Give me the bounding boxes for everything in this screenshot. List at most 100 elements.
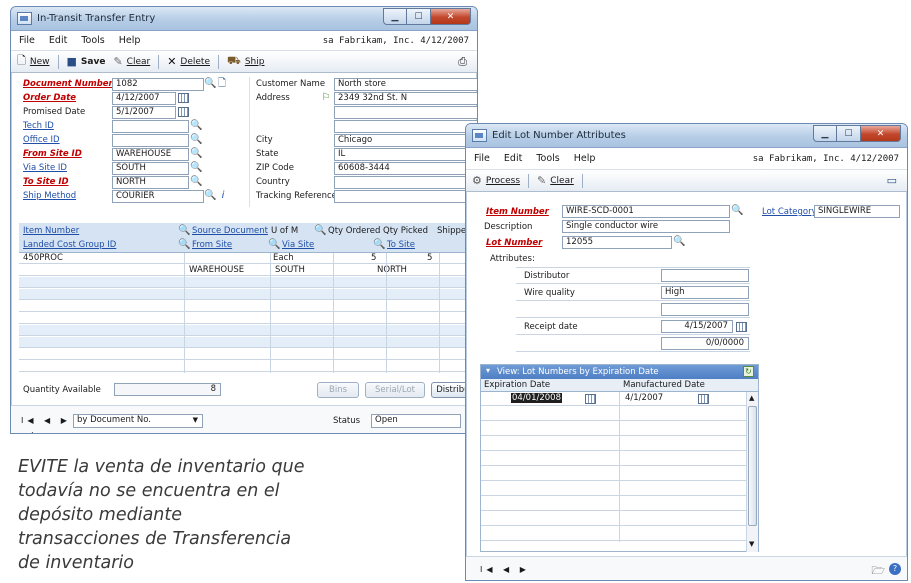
record-navigation[interactable]: I◀ ◀ ▶ ▶I bbox=[21, 413, 81, 433]
record-navigation[interactable]: I◀ ◀ ▶ ▶I bbox=[480, 562, 540, 577]
sort-icon[interactable]: 🔍 bbox=[178, 239, 190, 251]
lookup-icon[interactable]: 🔍 bbox=[673, 236, 685, 248]
save-button[interactable]: ■ Save bbox=[67, 55, 106, 68]
serial-lot-button[interactable]: Serial/Lot bbox=[365, 382, 425, 398]
sort-icon[interactable]: 🔍 bbox=[268, 239, 280, 251]
scroll-up-icon[interactable]: ▲ bbox=[749, 394, 754, 402]
lookup-icon[interactable]: 🔍 bbox=[190, 120, 202, 132]
clear-button[interactable]: ✎ Clear bbox=[537, 174, 574, 187]
address-line-1-field[interactable]: 2349 32nd St. N bbox=[334, 92, 477, 105]
distributor-field[interactable] bbox=[661, 269, 749, 282]
to-site-field[interactable]: NORTH bbox=[112, 176, 189, 189]
scroll-thumb[interactable] bbox=[748, 406, 757, 526]
via-site-header[interactable]: Via Site bbox=[282, 240, 314, 250]
source-document-header[interactable]: Source Document bbox=[192, 226, 268, 236]
calendar-icon[interactable] bbox=[698, 394, 709, 404]
close-button[interactable]: ✕ bbox=[431, 8, 471, 25]
receipt-date-field[interactable]: 4/15/2007 bbox=[661, 320, 733, 333]
new-button[interactable]: 🗋 New bbox=[17, 52, 50, 71]
office-id-link[interactable]: Office ID bbox=[23, 135, 60, 145]
close-button[interactable]: ✕ bbox=[861, 125, 901, 142]
tech-id-link[interactable]: Tech ID bbox=[23, 121, 54, 131]
item-number-header[interactable]: Item Number bbox=[23, 226, 79, 236]
sort-icon[interactable]: 🔍 bbox=[178, 225, 190, 237]
address-line-3-field[interactable] bbox=[334, 120, 477, 133]
table-row[interactable] bbox=[481, 497, 746, 511]
table-row[interactable] bbox=[481, 437, 746, 451]
table-row[interactable] bbox=[481, 422, 746, 436]
via-site-link[interactable]: Via Site ID bbox=[23, 163, 67, 173]
country-field[interactable] bbox=[334, 176, 477, 189]
calendar-icon[interactable] bbox=[178, 107, 189, 117]
calendar-icon[interactable] bbox=[585, 394, 596, 404]
attribute-row[interactable]: Receipt date 4/15/2007 bbox=[516, 319, 750, 335]
office-id-field[interactable] bbox=[112, 134, 189, 147]
table-row[interactable] bbox=[19, 325, 477, 336]
sort-icon[interactable]: 🔍 bbox=[314, 225, 326, 237]
table-row[interactable] bbox=[19, 349, 477, 360]
table-row[interactable]: WAREHOUSE SOUTH NORTH bbox=[19, 265, 477, 276]
tech-id-field[interactable] bbox=[112, 120, 189, 133]
menu-tools[interactable]: Tools bbox=[81, 35, 104, 46]
menu-edit[interactable]: Edit bbox=[504, 153, 522, 164]
blank-attribute-field[interactable] bbox=[661, 303, 749, 316]
attribute-row[interactable] bbox=[516, 302, 750, 318]
scroll-down-icon[interactable]: ▼ bbox=[749, 540, 754, 548]
lookup-icon[interactable]: 🔍 bbox=[190, 162, 202, 174]
lot-number-label[interactable]: Lot Number bbox=[486, 238, 542, 248]
ship-method-field[interactable]: COURIER bbox=[112, 190, 204, 203]
calendar-icon[interactable] bbox=[178, 93, 189, 103]
menu-help[interactable]: Help bbox=[119, 35, 141, 46]
lookup-icon[interactable]: 🔍 bbox=[190, 134, 202, 146]
window-icon[interactable]: ▭ bbox=[887, 174, 897, 187]
lookup-icon[interactable]: 🔍 bbox=[190, 176, 202, 188]
vertical-scrollbar[interactable]: ▲ ▼ bbox=[746, 392, 758, 552]
table-row[interactable] bbox=[19, 289, 477, 300]
ship-button[interactable]: ⛟ Ship bbox=[227, 54, 264, 69]
lot-number-field[interactable]: 12055 bbox=[562, 236, 672, 249]
menu-file[interactable]: File bbox=[474, 153, 490, 164]
item-number-field[interactable]: WIRE-SCD-0001 bbox=[562, 205, 730, 218]
tracking-field[interactable] bbox=[334, 190, 477, 203]
info-icon[interactable]: i bbox=[217, 190, 229, 202]
zip-field[interactable]: 60608-3444 bbox=[334, 162, 477, 175]
table-row[interactable] bbox=[481, 452, 746, 466]
minimize-button[interactable]: ▁ bbox=[813, 125, 837, 142]
maximize-button[interactable]: ☐ bbox=[837, 125, 861, 142]
to-site-label[interactable]: To Site ID bbox=[23, 177, 69, 187]
table-row[interactable] bbox=[481, 467, 746, 481]
wire-quality-field[interactable]: High bbox=[661, 286, 749, 299]
ship-method-link[interactable]: Ship Method bbox=[23, 191, 76, 201]
via-site-field[interactable]: SOUTH bbox=[112, 162, 189, 175]
landed-cost-header[interactable]: Landed Cost Group ID bbox=[23, 240, 116, 250]
order-date-field[interactable]: 4/12/2007 bbox=[112, 92, 176, 105]
lookup-icon[interactable]: 🔍 bbox=[204, 190, 216, 202]
attribute-row[interactable]: 0/0/0000 bbox=[516, 336, 750, 352]
from-site-header[interactable]: From Site bbox=[192, 240, 232, 250]
state-field[interactable]: IL bbox=[334, 148, 477, 161]
lot-category-field[interactable]: SINGLEWIRE bbox=[814, 205, 900, 218]
delete-button[interactable]: ✕ Delete bbox=[167, 55, 210, 68]
item-number-label[interactable]: Item Number bbox=[486, 207, 549, 217]
table-row[interactable] bbox=[481, 512, 746, 526]
lookup-icon[interactable]: 🔍 bbox=[190, 148, 202, 160]
process-button[interactable]: ⚙ Process bbox=[472, 174, 520, 187]
table-row[interactable] bbox=[481, 527, 746, 541]
note-icon[interactable]: 🗋 bbox=[216, 78, 228, 90]
bins-button[interactable]: Bins bbox=[317, 382, 359, 398]
sort-icon[interactable]: 🔍 bbox=[373, 239, 385, 251]
from-site-field[interactable]: WAREHOUSE bbox=[112, 148, 189, 161]
table-row[interactable]: 450PROC Each 5 5 bbox=[19, 253, 477, 264]
table-row[interactable] bbox=[19, 337, 477, 348]
table-row[interactable] bbox=[19, 313, 477, 324]
collapse-icon[interactable]: ▾ bbox=[486, 366, 490, 375]
city-field[interactable]: Chicago bbox=[334, 134, 477, 147]
address-lookup-icon[interactable]: ⚐ bbox=[320, 92, 332, 104]
from-site-label[interactable]: From Site ID bbox=[23, 149, 82, 159]
document-number-field[interactable]: 1082 bbox=[112, 78, 204, 91]
lot-category-link[interactable]: Lot Category bbox=[762, 207, 817, 217]
lookup-icon[interactable]: 🔍 bbox=[731, 205, 743, 217]
table-row[interactable]: 04/01/2008 4/1/2007 bbox=[481, 392, 746, 406]
minimize-button[interactable]: ▁ bbox=[383, 8, 407, 25]
table-row[interactable] bbox=[19, 277, 477, 288]
